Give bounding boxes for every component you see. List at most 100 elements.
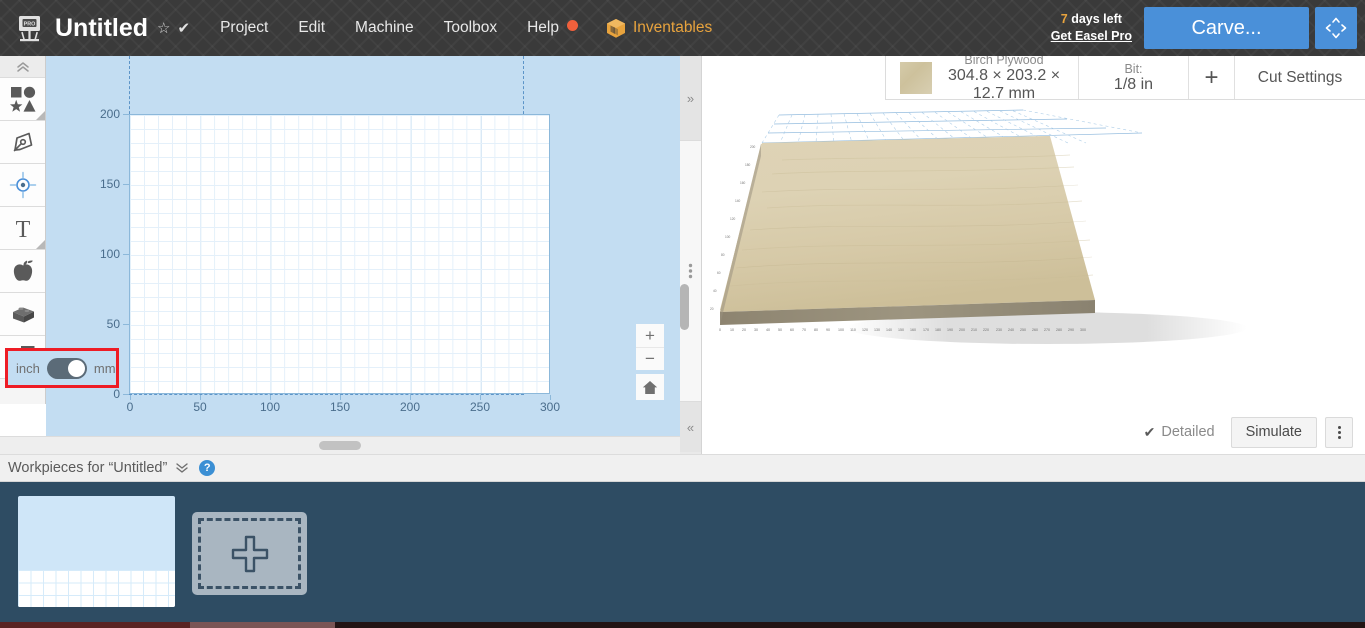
x-tick-mark bbox=[550, 395, 551, 400]
svg-text:110: 110 bbox=[850, 328, 856, 332]
detailed-toggle[interactable]: ✔ Detailed bbox=[1144, 424, 1215, 441]
y-tick-mark bbox=[123, 184, 129, 185]
menu-toolbox[interactable]: Toolbox bbox=[444, 19, 497, 37]
x-axis-tick-300: 300 bbox=[539, 400, 561, 414]
design-canvas[interactable]: 200 150 100 50 0 0 50 100 150 200 250 30… bbox=[46, 56, 680, 436]
sidebar-item-collapse-toolbar[interactable] bbox=[0, 56, 45, 78]
brick-block-icon bbox=[12, 307, 34, 323]
menu-help[interactable]: Help bbox=[527, 19, 578, 37]
y-tick-mark bbox=[123, 114, 129, 115]
unit-toggle[interactable]: inch mm bbox=[8, 357, 116, 379]
bottom-strip-segment bbox=[335, 622, 1365, 628]
material-selector[interactable]: Birch Plywood 304.8 × 203.2 × 12.7 mm bbox=[886, 53, 1078, 102]
pen-nib-icon bbox=[13, 132, 32, 152]
y-axis-tick-0: 0 bbox=[113, 387, 120, 401]
move-arrows-icon[interactable] bbox=[1315, 7, 1357, 49]
svg-text:130: 130 bbox=[874, 328, 880, 332]
inventables-label: Inventables bbox=[632, 19, 713, 36]
plus-icon bbox=[231, 535, 268, 572]
more-options-button[interactable] bbox=[1325, 416, 1353, 448]
bit-selector[interactable]: Bit: 1/8 in bbox=[1078, 56, 1188, 99]
collapse-left-panel-button[interactable]: « bbox=[680, 402, 701, 452]
x-tick-mark bbox=[130, 395, 131, 400]
x-axis-tick-50: 50 bbox=[193, 400, 207, 414]
material-grid[interactable] bbox=[129, 114, 550, 394]
svg-text:0: 0 bbox=[719, 328, 721, 332]
svg-text:40: 40 bbox=[713, 289, 717, 293]
svg-text:140: 140 bbox=[735, 199, 741, 203]
svg-text:100: 100 bbox=[725, 235, 731, 239]
sidebar-item-apps[interactable] bbox=[0, 250, 45, 293]
svg-text:T: T bbox=[15, 217, 30, 241]
apple-icon bbox=[13, 260, 33, 281]
inventables-link[interactable]: Inventables bbox=[606, 18, 712, 39]
sidebar-item-text-tool[interactable]: T bbox=[0, 207, 45, 250]
workpiece-thumbnail-grid bbox=[18, 570, 175, 607]
svg-text:250: 250 bbox=[1020, 328, 1026, 332]
menu-project[interactable]: Project bbox=[220, 19, 268, 37]
svg-text:160: 160 bbox=[740, 181, 746, 185]
x-tick-mark bbox=[340, 395, 341, 400]
unit-switch-knob bbox=[67, 359, 85, 377]
svg-text:90: 90 bbox=[826, 328, 830, 332]
sidebar-item-three-d[interactable] bbox=[0, 293, 45, 336]
sidebar-item-shapes[interactable] bbox=[0, 78, 45, 121]
svg-text:220: 220 bbox=[983, 328, 989, 332]
canvas-horizontal-splitter[interactable] bbox=[0, 436, 680, 454]
check-icon: ✔ bbox=[1143, 423, 1156, 440]
add-workpiece-dashed-frame bbox=[198, 518, 301, 589]
help-icon[interactable]: ? bbox=[199, 460, 216, 476]
sidebar-item-center-point[interactable] bbox=[0, 164, 45, 207]
bottom-strip-segment bbox=[190, 622, 335, 628]
y-axis-tick-150: 150 bbox=[99, 177, 120, 191]
preview-grid-plane bbox=[761, 109, 1143, 144]
add-bit-button[interactable]: + bbox=[1188, 56, 1234, 99]
saved-check-icon: ✔ bbox=[177, 20, 191, 37]
vertical-dots-icon bbox=[1337, 430, 1341, 434]
get-easel-pro-link[interactable]: Get Easel Pro bbox=[1051, 28, 1132, 45]
easel-pro-logo-icon[interactable]: PRO bbox=[14, 12, 44, 44]
target-crosshair-icon bbox=[9, 171, 36, 199]
svg-text:20: 20 bbox=[710, 307, 714, 311]
add-workpiece-button[interactable] bbox=[192, 512, 307, 595]
three-d-preview-stage[interactable]: 200 180 160 140 120 100 80 60 40 20 0 10… bbox=[702, 100, 1365, 410]
splitter-drag-region[interactable] bbox=[680, 140, 701, 402]
favorite-star-icon[interactable]: ☆ bbox=[157, 19, 170, 37]
preview-footer: ✔ Detailed Simulate bbox=[702, 410, 1365, 454]
expand-right-panel-button[interactable]: » bbox=[680, 56, 701, 140]
inventables-logo-icon bbox=[606, 18, 625, 38]
sidebar-item-pen-tool[interactable] bbox=[0, 121, 45, 164]
help-notification-dot-icon bbox=[566, 20, 578, 31]
unit-label-inch: inch bbox=[16, 360, 40, 376]
zoom-out-button[interactable]: − bbox=[636, 347, 664, 370]
material-dimensions: 304.8 × 203.2 × 12.7 mm bbox=[947, 66, 1061, 102]
chevron-down-double-icon[interactable] bbox=[175, 461, 189, 476]
y-axis-tick-200: 200 bbox=[99, 107, 120, 121]
svg-text:10: 10 bbox=[730, 328, 734, 332]
splitter-drag-handle[interactable] bbox=[319, 441, 361, 450]
y-tick-mark bbox=[123, 324, 129, 325]
material-toolbar: Birch Plywood 304.8 × 203.2 × 12.7 mm Bi… bbox=[885, 53, 1365, 102]
workpieces-header: Workpieces for “Untitled” ? bbox=[0, 454, 1365, 482]
carve-button[interactable]: Carve... bbox=[1144, 7, 1309, 49]
menu-edit[interactable]: Edit bbox=[298, 19, 325, 37]
menu-machine[interactable]: Machine bbox=[355, 19, 414, 37]
material-board-3d: 200 180 160 140 120 100 80 60 40 20 0 10… bbox=[710, 109, 1247, 344]
svg-text:170: 170 bbox=[923, 328, 929, 332]
svg-text:200: 200 bbox=[750, 145, 756, 149]
preview-panel: Birch Plywood 304.8 × 203.2 × 12.7 mm Bi… bbox=[702, 53, 1365, 454]
cut-settings-button[interactable]: Cut Settings bbox=[1234, 56, 1365, 99]
trial-days-number: 7 bbox=[1060, 12, 1068, 27]
vertical-dots-icon bbox=[688, 263, 693, 279]
svg-text:290: 290 bbox=[1068, 328, 1074, 332]
svg-text:240: 240 bbox=[1008, 328, 1014, 332]
x-axis-tick-150: 150 bbox=[329, 400, 351, 414]
menu-help-label: Help bbox=[527, 19, 559, 36]
canvas-scrollbar-thumb[interactable] bbox=[680, 284, 689, 330]
simulate-button[interactable]: Simulate bbox=[1230, 416, 1317, 448]
zoom-in-button[interactable]: + bbox=[636, 324, 664, 347]
unit-switch[interactable] bbox=[46, 357, 87, 379]
home-view-button[interactable] bbox=[636, 374, 664, 400]
header-right-group: 7 days left Get Easel Pro Carve... bbox=[1051, 0, 1365, 56]
workpiece-thumbnail-1[interactable] bbox=[18, 496, 175, 607]
